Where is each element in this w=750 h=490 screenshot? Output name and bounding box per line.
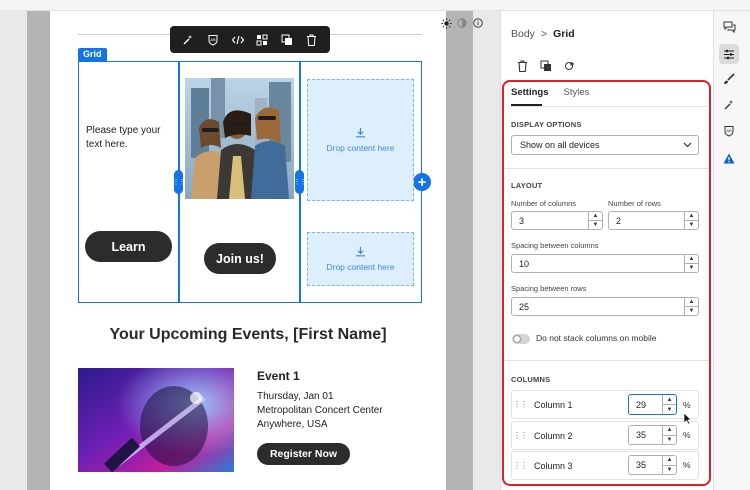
drop-zone-label: Drop content here — [326, 262, 395, 272]
comments-icon[interactable] — [719, 17, 739, 37]
save-fragment-icon[interactable] — [564, 60, 576, 72]
column-resize-handle[interactable]: ⋮⋮ — [173, 170, 186, 194]
register-now-button[interactable]: Register Now — [257, 443, 350, 465]
warning-icon[interactable] — [719, 148, 739, 168]
code-icon[interactable] — [229, 31, 247, 49]
breadcrumb-body[interactable]: Body — [511, 28, 535, 40]
trash-icon[interactable] — [303, 31, 321, 49]
drop-zone[interactable]: Drop content here — [307, 232, 414, 286]
svg-text:AB: AB — [726, 128, 732, 133]
duplicate-icon[interactable] — [540, 60, 552, 72]
text-block[interactable]: Please type your text here. — [86, 124, 176, 152]
canvas-view-tools — [440, 17, 484, 29]
accessibility-icon[interactable]: AB — [719, 121, 739, 141]
breadcrumb: Body > Grid — [511, 28, 575, 40]
download-icon — [355, 127, 366, 140]
canvas-gutter-right — [446, 11, 473, 490]
panel-actions — [516, 60, 576, 72]
top-bar — [0, 0, 750, 11]
events-heading[interactable]: Your Upcoming Events, [First Name] — [50, 326, 446, 344]
event-city[interactable]: Anywhere, USA — [257, 419, 328, 430]
event-date[interactable]: Thursday, Jan 01 — [257, 391, 334, 402]
group-photo-image[interactable] — [185, 78, 294, 199]
layout-icon[interactable] — [253, 31, 271, 49]
trash-icon[interactable] — [516, 60, 528, 72]
drop-zone[interactable]: Drop content here — [307, 79, 414, 201]
canvas-gutter-left — [27, 11, 50, 490]
magic-icon[interactable] — [179, 31, 197, 49]
breadcrumb-separator: > — [540, 28, 548, 40]
brush-icon[interactable] — [719, 69, 739, 89]
component-toolbar: AB — [170, 26, 330, 53]
download-icon — [355, 246, 366, 259]
grid-label-tag: Grid — [78, 48, 107, 61]
accessibility-icon[interactable]: AB — [204, 31, 222, 49]
info-icon[interactable] — [472, 17, 484, 29]
mouse-pointer-icon — [683, 412, 693, 430]
duplicate-icon[interactable] — [278, 31, 296, 49]
learn-button[interactable]: Learn — [85, 231, 172, 262]
drop-zone-label: Drop content here — [326, 143, 395, 153]
contrast-icon[interactable] — [456, 17, 468, 29]
event-venue[interactable]: Metropolitan Concert Center — [257, 405, 383, 416]
svg-text:AB: AB — [210, 37, 216, 42]
column-resize-handle[interactable]: ⋮⋮ — [294, 170, 307, 194]
breadcrumb-current: Grid — [553, 28, 575, 40]
light-mode-icon[interactable] — [440, 17, 452, 29]
add-column-button[interactable]: + — [413, 173, 431, 191]
join-us-button[interactable]: Join us! — [204, 243, 276, 274]
highlight-frame — [502, 80, 711, 486]
concert-image[interactable] — [78, 368, 234, 472]
magic-icon[interactable] — [719, 95, 739, 115]
settings-sliders-icon[interactable] — [719, 44, 739, 64]
event-name[interactable]: Event 1 — [257, 369, 300, 383]
